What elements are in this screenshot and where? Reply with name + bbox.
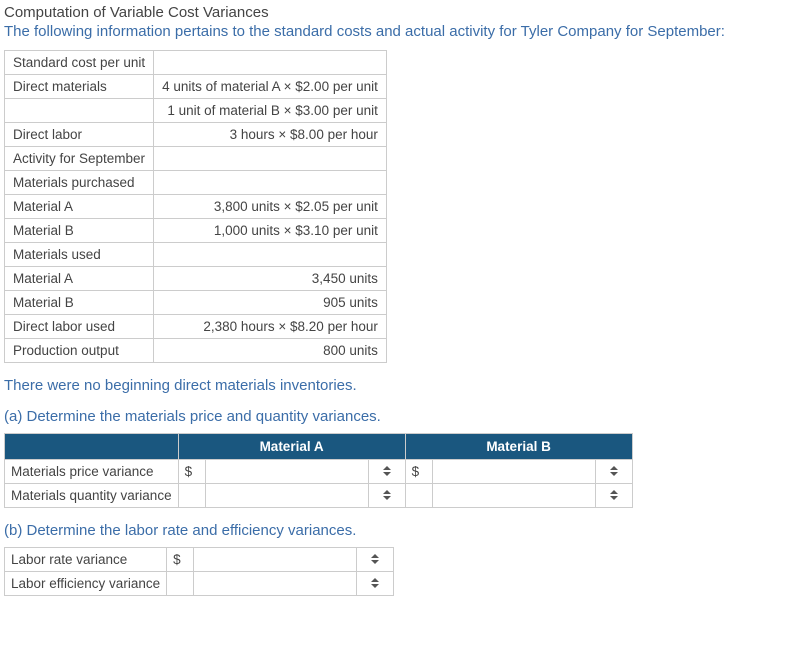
updown-icon xyxy=(383,466,391,476)
std-row-value: 800 units xyxy=(154,339,387,363)
std-row-label: Activity for September xyxy=(5,147,154,171)
part-a-prompt: (a) Determine the materials price and qu… xyxy=(4,408,799,425)
updown-icon xyxy=(383,490,391,500)
row-label-eff-variance: Labor efficiency variance xyxy=(5,572,167,596)
std-row-label: Materials purchased xyxy=(5,171,154,195)
std-row-label: Material A xyxy=(5,267,154,291)
std-row-value: 4 units of material A × $2.00 per unit xyxy=(154,75,387,99)
page-title: Computation of Variable Cost Variances xyxy=(4,4,799,21)
row-label-rate-variance: Labor rate variance xyxy=(5,548,167,572)
dollar-sign: $ xyxy=(167,548,194,572)
part-b-table: Labor rate variance $ Labor efficiency v… xyxy=(4,547,394,596)
std-row-value: 1,000 units × $3.10 per unit xyxy=(154,219,387,243)
select-mat-b-price[interactable] xyxy=(595,460,632,484)
std-row-value: 905 units xyxy=(154,291,387,315)
updown-icon xyxy=(371,578,379,588)
part-b-prompt: (b) Determine the labor rate and efficie… xyxy=(4,522,799,539)
std-row-value: 3 hours × $8.00 per hour xyxy=(154,123,387,147)
input-mat-a-price[interactable] xyxy=(205,460,368,484)
select-labor-rate[interactable] xyxy=(357,548,394,572)
updown-icon xyxy=(371,554,379,564)
std-row-label xyxy=(5,99,154,123)
intro-text: The following information pertains to th… xyxy=(4,23,799,40)
input-mat-b-qty[interactable] xyxy=(432,484,595,508)
no-beginning-text: There were no beginning direct materials… xyxy=(4,377,799,394)
row-label-price-variance: Materials price variance xyxy=(5,460,179,484)
std-row-value xyxy=(154,147,387,171)
part-a-table: Material A Material B Materials price va… xyxy=(4,433,633,508)
col-header-material-a: Material A xyxy=(178,434,405,460)
std-row-label: Direct labor xyxy=(5,123,154,147)
select-mat-a-qty[interactable] xyxy=(368,484,405,508)
std-row-value: 2,380 hours × $8.20 per hour xyxy=(154,315,387,339)
std-row-value xyxy=(154,243,387,267)
blank-dollar xyxy=(405,484,432,508)
updown-icon xyxy=(610,466,618,476)
input-mat-b-price[interactable] xyxy=(432,460,595,484)
std-row-label: Standard cost per unit xyxy=(5,51,154,75)
select-mat-b-qty[interactable] xyxy=(595,484,632,508)
std-row-value: 3,800 units × $2.05 per unit xyxy=(154,195,387,219)
std-row-label: Material B xyxy=(5,291,154,315)
std-row-label: Direct materials xyxy=(5,75,154,99)
std-row-label: Direct labor used xyxy=(5,315,154,339)
std-row-label: Materials used xyxy=(5,243,154,267)
col-header-material-b: Material B xyxy=(405,434,632,460)
row-label-qty-variance: Materials quantity variance xyxy=(5,484,179,508)
blank-dollar xyxy=(167,572,194,596)
dollar-sign: $ xyxy=(178,460,205,484)
updown-icon xyxy=(610,490,618,500)
input-mat-a-qty[interactable] xyxy=(205,484,368,508)
select-mat-a-price[interactable] xyxy=(368,460,405,484)
std-row-value: 1 unit of material B × $3.00 per unit xyxy=(154,99,387,123)
blank-dollar xyxy=(178,484,205,508)
std-row-label: Production output xyxy=(5,339,154,363)
dollar-sign: $ xyxy=(405,460,432,484)
input-labor-eff[interactable] xyxy=(194,572,357,596)
select-labor-eff[interactable] xyxy=(357,572,394,596)
blank-header xyxy=(5,434,179,460)
std-row-label: Material A xyxy=(5,195,154,219)
std-row-label: Material B xyxy=(5,219,154,243)
std-row-value: 3,450 units xyxy=(154,267,387,291)
std-row-value xyxy=(154,51,387,75)
std-row-value xyxy=(154,171,387,195)
standards-table: Standard cost per unitDirect materials4 … xyxy=(4,50,387,363)
input-labor-rate[interactable] xyxy=(194,548,357,572)
